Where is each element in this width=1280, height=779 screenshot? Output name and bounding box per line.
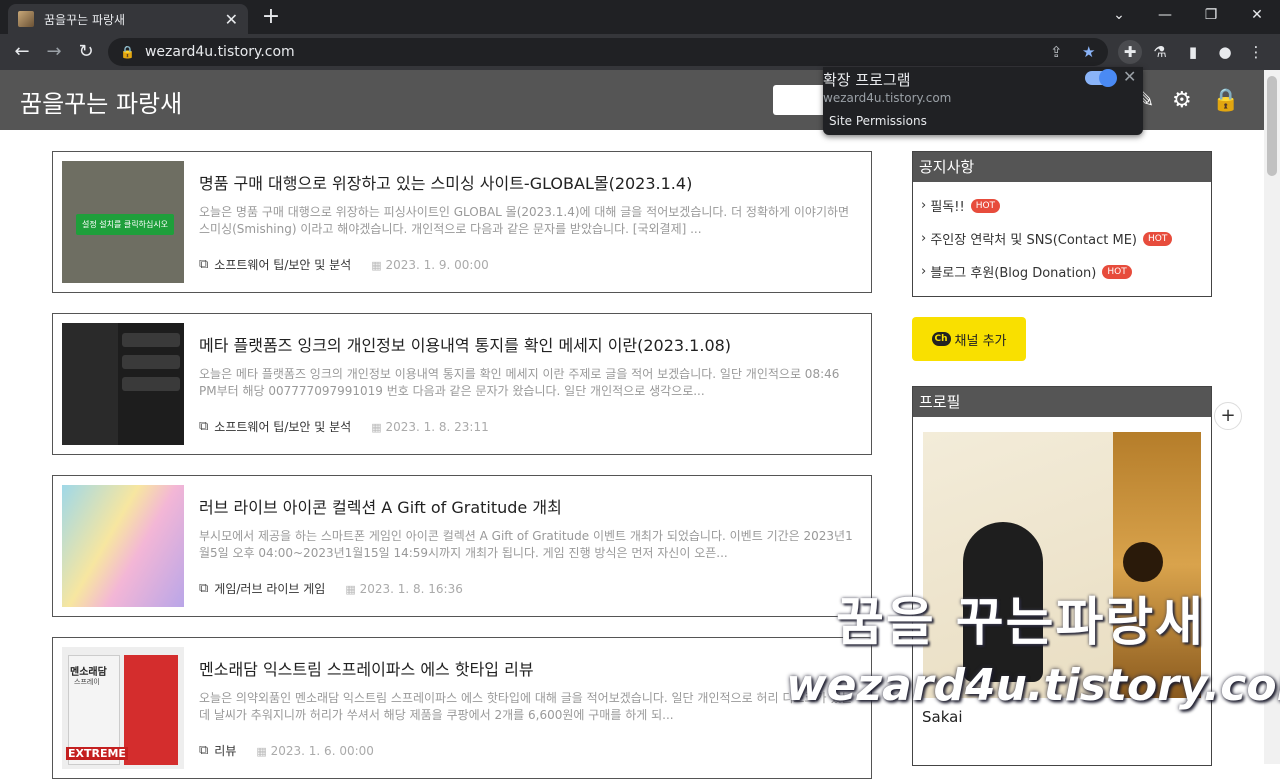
scrollbar-thumb[interactable]: [1267, 76, 1277, 176]
plus-icon[interactable]: +: [1214, 402, 1242, 430]
category-icon: ⧉: [199, 743, 209, 758]
hot-badge: HOT: [1102, 264, 1132, 279]
url-text[interactable]: wezard4u.tistory.com: [145, 44, 295, 60]
blog-title[interactable]: 꿈을꾸는 파랑새: [20, 84, 182, 119]
labs-flask-icon[interactable]: ⚗: [1148, 40, 1172, 64]
calendar-icon: ▦: [345, 582, 356, 596]
new-tab-button[interactable]: +: [258, 4, 284, 30]
profile-heading: 프로필: [913, 387, 1211, 417]
popup-title: 확장 프로그램: [823, 71, 911, 89]
notice-label[interactable]: 주인장 연락처 및 SNS(Contact ME): [930, 229, 1137, 248]
notice-heading: 공지사항: [913, 152, 1211, 182]
tab-strip: 꿈을꾸는 파랑새 ✕ + ⌄ — ❐ ✕: [0, 0, 1280, 34]
extension-toggle[interactable]: [1085, 69, 1117, 87]
watermark-url: wezard4u.tistory.com: [786, 660, 1280, 711]
post-meta: ⧉ 게임/러브 라이브 게임 ▦ 2023. 1. 8. 16:36: [199, 580, 463, 597]
thumb-brand: EXTREME: [66, 747, 128, 760]
hot-badge: HOT: [1142, 231, 1173, 246]
post-card[interactable]: 설정 설치를 클릭하십시오 명품 구매 대행으로 위장하고 있는 스미싱 사이트…: [52, 151, 872, 293]
post-card[interactable]: 러브 라이브 아이콘 컬렉션 A Gift of Gratitude 개최 부시…: [52, 475, 872, 617]
notice-label[interactable]: 블로그 후원(Blog Donation): [930, 262, 1096, 281]
menu-kebab-icon[interactable]: ⋮: [1244, 40, 1268, 64]
site-permissions-link[interactable]: Site Permissions: [829, 114, 927, 128]
post-date: 2023. 1. 8. 16:36: [359, 581, 463, 596]
post-thumbnail[interactable]: 설정 설치를 클릭하십시오: [62, 161, 184, 283]
calendar-icon: ▦: [256, 744, 267, 758]
browser-toolbar: ← → ↻ 🔒 wezard4u.tistory.com ⇪ ★ ✚ ⚗ ▮ ●…: [0, 34, 1280, 70]
favicon-icon: [18, 11, 34, 27]
tab-title: 꿈을꾸는 파랑새: [44, 12, 126, 27]
reload-icon[interactable]: ↻: [72, 38, 100, 66]
tab-close-icon[interactable]: ✕: [225, 10, 238, 29]
kakao-channel-icon: Ch: [931, 332, 951, 346]
chevron-right-icon: ›: [921, 198, 931, 213]
popup-close-icon[interactable]: ✕: [1123, 67, 1136, 86]
close-window-button[interactable]: ✕: [1234, 0, 1280, 34]
profile-icon[interactable]: ●: [1213, 40, 1237, 64]
browser-tab[interactable]: 꿈을꾸는 파랑새 ✕: [8, 4, 248, 34]
channel-button-label: 채널 추가: [954, 333, 1007, 349]
share-icon[interactable]: ⇪: [1050, 43, 1063, 61]
address-bar[interactable]: 🔒 wezard4u.tistory.com ⇪ ★: [108, 38, 1108, 66]
restore-button[interactable]: ❐: [1188, 0, 1234, 34]
category-icon: ⧉: [199, 581, 209, 596]
post-date: 2023. 1. 9. 00:00: [385, 257, 489, 272]
post-thumbnail[interactable]: [62, 323, 184, 445]
post-title[interactable]: 러브 라이브 아이콘 컬렉션 A Gift of Gratitude 개최: [199, 494, 562, 518]
notice-item[interactable]: › 필독!! HOT: [921, 196, 1211, 215]
post-title[interactable]: 메타 플랫폼즈 잉크의 개인정보 이용내역 통지를 확인 메세지 이란(2023…: [199, 332, 731, 356]
post-meta: ⧉ 소프트웨어 팁/보안 및 분석 ▦ 2023. 1. 8. 23:11: [199, 418, 489, 435]
calendar-icon: ▦: [371, 258, 382, 272]
notice-label[interactable]: 필독!!: [930, 196, 964, 215]
minimize-button[interactable]: —: [1142, 0, 1188, 34]
post-title[interactable]: 명품 구매 대행으로 위장하고 있는 스미싱 사이트-GLOBAL몰(2023.…: [199, 170, 692, 194]
post-category[interactable]: 리뷰: [214, 742, 236, 759]
category-icon: ⧉: [199, 419, 209, 434]
watermark-text: 꿈을 꾸는파랑새: [836, 593, 1205, 653]
forward-arrow-icon[interactable]: →: [40, 38, 68, 66]
post-thumbnail[interactable]: 멘소래담 스프레이 EXTREME: [62, 647, 184, 769]
side-panel-icon[interactable]: ▮: [1181, 40, 1205, 64]
post-title[interactable]: 멘소래담 익스트림 스프레이파스 에스 핫타입 리뷰: [199, 656, 534, 680]
kakao-channel-button[interactable]: Ch 채널 추가: [912, 317, 1026, 361]
post-card[interactable]: 메타 플랫폼즈 잉크의 개인정보 이용내역 통지를 확인 메세지 이란(2023…: [52, 313, 872, 455]
notice-item[interactable]: › 주인장 연락처 및 SNS(Contact ME) HOT: [921, 229, 1211, 248]
post-excerpt: 오늘은 메타 플랫폼즈 잉크의 개인정보 이용내역 통지를 확인 메세지 이란 …: [199, 367, 840, 398]
back-arrow-icon[interactable]: ←: [8, 38, 36, 66]
hot-badge: HOT: [970, 198, 1001, 213]
post-excerpt: 부시모에서 제공을 하는 스마트폰 게임인 아이콘 컬렉션 A Gift of …: [199, 529, 853, 560]
post-card[interactable]: 멘소래담 스프레이 EXTREME 멘소래담 익스트림 스프레이파스 에스 핫타…: [52, 637, 872, 779]
chevron-right-icon: ›: [921, 231, 931, 246]
extension-popup: 확장 프로그램 wezard4u.tistory.com Site Permis…: [823, 67, 1143, 135]
lock-login-icon[interactable]: 🔒: [1212, 88, 1239, 113]
chevron-right-icon: ›: [921, 264, 931, 279]
post-meta: ⧉ 리뷰 ▦ 2023. 1. 6. 00:00: [199, 742, 374, 759]
extensions-puzzle-icon[interactable]: ✚: [1118, 40, 1142, 64]
popup-site: wezard4u.tistory.com: [823, 91, 952, 105]
post-category[interactable]: 소프트웨어 팁/보안 및 분석: [214, 256, 351, 273]
thumb-sub: 스프레이: [74, 678, 100, 686]
post-thumbnail[interactable]: [62, 485, 184, 607]
post-meta: ⧉ 소프트웨어 팁/보안 및 분석 ▦ 2023. 1. 9. 00:00: [199, 256, 489, 273]
post-excerpt: 오늘은 의약외품인 멘소래담 익스트림 스프레이파스 에스 핫타입에 대해 글을…: [199, 691, 853, 722]
notice-item[interactable]: › 블로그 후원(Blog Donation) HOT: [921, 262, 1211, 281]
gear-icon[interactable]: ⚙: [1172, 88, 1192, 113]
thumb-text: 멘소래담: [70, 667, 107, 678]
post-excerpt: 오늘은 명품 구매 대행으로 위장하는 피싱사이트인 GLOBAL 몰(2023…: [199, 205, 850, 236]
tab-search-icon[interactable]: ⌄: [1096, 0, 1142, 34]
notice-box: 공지사항 › 필독!! HOT › 주인장 연락처 및 SNS(Contact …: [912, 151, 1212, 297]
bookmark-star-icon[interactable]: ★: [1082, 43, 1095, 61]
lock-icon[interactable]: 🔒: [120, 45, 135, 59]
post-category[interactable]: 게임/러브 라이브 게임: [214, 580, 325, 597]
post-date: 2023. 1. 6. 00:00: [270, 743, 374, 758]
post-date: 2023. 1. 8. 23:11: [385, 419, 489, 434]
post-category[interactable]: 소프트웨어 팁/보안 및 분석: [214, 418, 351, 435]
category-icon: ⧉: [199, 257, 209, 272]
profile-image[interactable]: [923, 432, 1201, 698]
calendar-icon: ▦: [371, 420, 382, 434]
thumb-text: 설정 설치를 클릭하십시오: [76, 214, 175, 235]
